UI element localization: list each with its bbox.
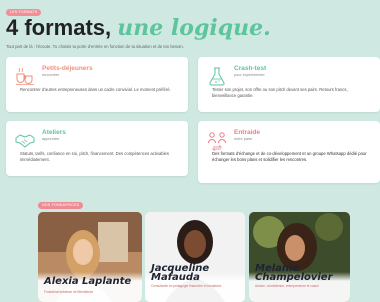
- format-title: Crash-test: [234, 65, 267, 72]
- founder-role: Consultante en pédagogie financière et f…: [151, 284, 222, 288]
- format-subtitle: entre pairs: [234, 137, 252, 141]
- title-accent: une logique.: [117, 15, 271, 41]
- title-main: 4 formats,: [6, 15, 112, 40]
- format-description: Rencontrer d'autres entrepreneuses dans …: [20, 87, 171, 92]
- founder-role: Autrice, comédienne, entrepreneure et co…: [255, 284, 319, 288]
- founder-card-alexia[interactable]: Alexia Laplante Fondatrice/créatrice de …: [38, 212, 142, 302]
- format-card-crash-test: Crash-test pour expérimenter Tester son …: [198, 57, 380, 112]
- coffee-cups-icon: [16, 67, 34, 85]
- format-subtitle: pour expérimenter: [234, 73, 265, 77]
- founder-name: Alexia Laplante: [44, 276, 132, 287]
- intro-text: Tout part de là : l'écoute. Tu choisis t…: [6, 44, 184, 49]
- format-card-petits-dejeuners: Petits-déjeuners rencontrer Rencontrer d…: [6, 57, 188, 112]
- founder-name: Melanie Champelovier: [255, 263, 333, 283]
- format-title: Entraide: [234, 129, 261, 136]
- format-description: Statuts, tarifs, confiance en soi, pitch…: [20, 151, 169, 162]
- flask-icon: [209, 67, 225, 86]
- founder-role: Fondatrice/créatrice de Bienfaitrice: [44, 290, 94, 294]
- people-exchange-icon: [208, 132, 226, 151]
- format-card-entraide: Entraide entre pairs Des formats d'échan…: [198, 121, 380, 183]
- handshake-icon: [15, 134, 35, 148]
- founder-name: Jacqueline Mafauda: [151, 263, 210, 283]
- format-title: Petits-déjeuners: [42, 65, 93, 72]
- format-subtitle: apprendre: [42, 137, 60, 141]
- format-description: Tester son projet, son offre ou son pitc…: [212, 87, 348, 98]
- format-subtitle: rencontrer: [42, 73, 60, 77]
- founder-card-melanie[interactable]: Melanie Champelovier Autrice, comédienne…: [249, 212, 350, 302]
- founder-card-jacqueline[interactable]: Jacqueline Mafauda Consultante en pédago…: [145, 212, 245, 302]
- format-description: Des formats d'échange et de co-développe…: [212, 151, 367, 162]
- format-card-ateliers: Ateliers apprendre Statuts, tarifs, conf…: [6, 121, 188, 176]
- team-tag: NOS FONDATRICES: [38, 202, 84, 209]
- format-title: Ateliers: [42, 129, 66, 136]
- page-title: 4 formats, une logique.: [6, 15, 271, 41]
